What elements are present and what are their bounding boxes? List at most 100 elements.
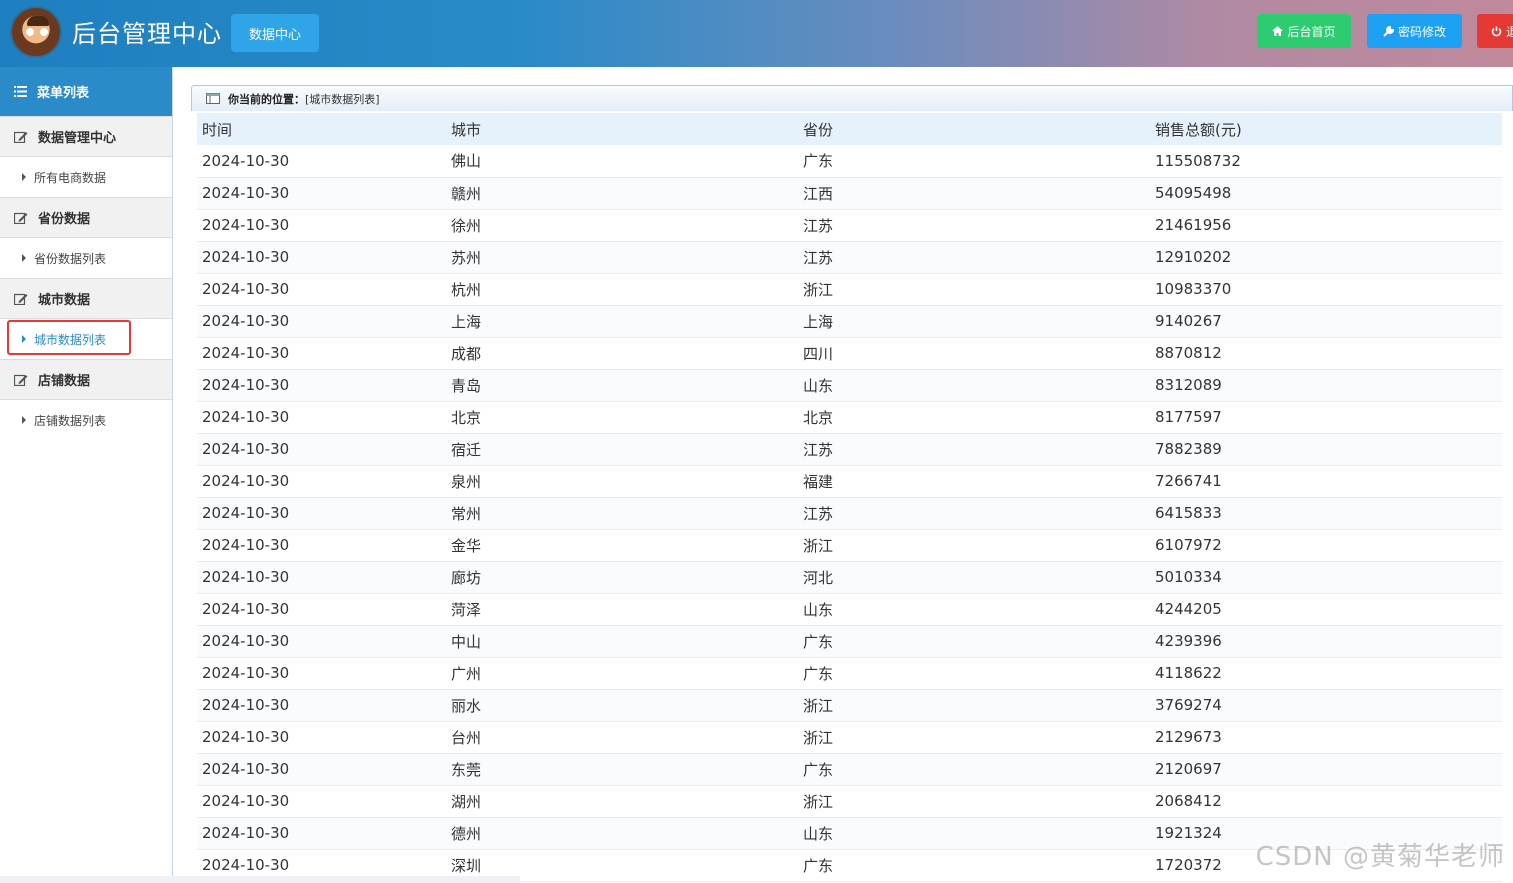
sidebar-item-province-list[interactable]: 省份数据列表 [0, 238, 172, 278]
table-row: 2024-10-30 徐州 江苏 21461956 [197, 209, 1502, 242]
cell-province: 浙江 [798, 785, 1150, 818]
cell-province: 浙江 [798, 689, 1150, 722]
cell-city: 苏州 [446, 241, 798, 274]
cell-sales: 7266741 [1150, 465, 1502, 498]
cell-province: 江西 [798, 177, 1150, 210]
cell-city: 台州 [446, 721, 798, 754]
sidebar-item-label: 所有电商数据 [34, 170, 107, 185]
cell-city: 东莞 [446, 753, 798, 786]
logout-button[interactable]: 退 [1477, 14, 1513, 48]
cell-sales: 8177597 [1150, 401, 1502, 434]
cell-province: 山东 [798, 593, 1150, 626]
cell-time: 2024-10-30 [197, 561, 446, 594]
cell-sales: 21461956 [1150, 209, 1502, 242]
cell-time: 2024-10-30 [197, 625, 446, 658]
cell-time: 2024-10-30 [197, 785, 446, 818]
table-row: 2024-10-30 杭州 浙江 10983370 [197, 273, 1502, 306]
cell-time: 2024-10-30 [197, 529, 446, 562]
cell-sales: 6107972 [1150, 529, 1502, 562]
table-row: 2024-10-30 东莞 广东 2120697 [197, 753, 1502, 786]
sidebar-group-city[interactable]: 城市数据 [0, 278, 172, 319]
cell-province: 浙江 [798, 529, 1150, 562]
cell-city: 上海 [446, 305, 798, 338]
cell-time: 2024-10-30 [197, 145, 446, 178]
edit-icon [14, 131, 28, 143]
cell-time: 2024-10-30 [197, 305, 446, 338]
cell-sales: 6415833 [1150, 497, 1502, 530]
column-header-time: 时间 [197, 113, 446, 145]
cell-province: 山东 [798, 369, 1150, 402]
breadcrumb-label: 你当前的位置： [228, 92, 305, 106]
cell-province: 江苏 [798, 241, 1150, 274]
cell-city: 泉州 [446, 465, 798, 498]
logout-label: 退 [1506, 24, 1513, 39]
cell-sales: 7882389 [1150, 433, 1502, 466]
sidebar-item-shop-list[interactable]: 店铺数据列表 [0, 400, 172, 440]
cell-province: 四川 [798, 337, 1150, 370]
table-row: 2024-10-30 上海 上海 9140267 [197, 305, 1502, 338]
cell-city: 菏泽 [446, 593, 798, 626]
tab-data-center[interactable]: 数据中心 [231, 14, 319, 52]
cell-city: 杭州 [446, 273, 798, 306]
cell-province: 浙江 [798, 721, 1150, 754]
logo-avatar [10, 6, 62, 58]
active-highlight-box [7, 320, 131, 355]
sidebar-group-label: 城市数据 [38, 293, 91, 308]
table-row: 2024-10-30 苏州 江苏 12910202 [197, 241, 1502, 274]
cell-sales: 2129673 [1150, 721, 1502, 754]
sidebar-group-data-management[interactable]: 数据管理中心 [0, 116, 172, 157]
cell-time: 2024-10-30 [197, 657, 446, 690]
cell-sales: 4118622 [1150, 657, 1502, 690]
cell-province: 福建 [798, 465, 1150, 498]
sidebar-group-shop[interactable]: 店铺数据 [0, 359, 172, 400]
table-row: 2024-10-30 泉州 福建 7266741 [197, 465, 1502, 498]
cell-time: 2024-10-30 [197, 241, 446, 274]
table-header-row: 时间 城市 省份 销售总额(元) [197, 113, 1502, 145]
table-row: 2024-10-30 廊坊 河北 5010334 [197, 561, 1502, 594]
cell-province: 广东 [798, 849, 1150, 882]
cell-sales: 54095498 [1150, 177, 1502, 210]
edit-icon [14, 212, 28, 224]
edit-icon [14, 293, 28, 305]
table-row: 2024-10-30 菏泽 山东 4244205 [197, 593, 1502, 626]
cell-city: 宿迁 [446, 433, 798, 466]
edit-icon [14, 374, 28, 386]
cell-province: 广东 [798, 657, 1150, 690]
table-row: 2024-10-30 台州 浙江 2129673 [197, 721, 1502, 754]
sidebar-item-city-list[interactable]: 城市数据列表 [0, 319, 172, 359]
cell-sales: 8312089 [1150, 369, 1502, 402]
table-row: 2024-10-30 佛山 广东 115508732 [197, 145, 1502, 178]
sidebar-item-all-ecommerce[interactable]: 所有电商数据 [0, 157, 172, 197]
home-button[interactable]: 后台首页 [1257, 14, 1351, 48]
sidebar-group-label: 数据管理中心 [38, 131, 117, 146]
cell-city: 佛山 [446, 145, 798, 178]
cell-sales: 4244205 [1150, 593, 1502, 626]
cell-province: 河北 [798, 561, 1150, 594]
table-row: 2024-10-30 宿迁 江苏 7882389 [197, 433, 1502, 466]
table-row: 2024-10-30 广州 广东 4118622 [197, 657, 1502, 690]
table-row: 2024-10-30 赣州 江西 54095498 [197, 177, 1502, 210]
cell-time: 2024-10-30 [197, 337, 446, 370]
cell-sales: 2120697 [1150, 753, 1502, 786]
cell-time: 2024-10-30 [197, 209, 446, 242]
column-header-province: 省份 [798, 113, 1150, 145]
sidebar-group-province[interactable]: 省份数据 [0, 197, 172, 238]
sidebar-item-label: 省份数据列表 [34, 251, 107, 266]
cell-city: 赣州 [446, 177, 798, 210]
cell-time: 2024-10-30 [197, 177, 446, 210]
cell-time: 2024-10-30 [197, 401, 446, 434]
column-header-sales: 销售总额(元) [1150, 113, 1502, 145]
change-password-button[interactable]: 密码修改 [1367, 14, 1462, 48]
cell-city: 成都 [446, 337, 798, 370]
table-row: 2024-10-30 成都 四川 8870812 [197, 337, 1502, 370]
cell-province: 江苏 [798, 433, 1150, 466]
cell-time: 2024-10-30 [197, 593, 446, 626]
cell-time: 2024-10-30 [197, 753, 446, 786]
top-header: 后台管理中心 数据中心 后台首页 密码修改 退 [0, 0, 1513, 67]
cell-time: 2024-10-30 [197, 369, 446, 402]
caret-right-icon [22, 254, 26, 262]
cell-city: 中山 [446, 625, 798, 658]
cell-province: 北京 [798, 401, 1150, 434]
breadcrumb: 你当前的位置：[城市数据列表] [191, 85, 1513, 111]
sidebar-title: 菜单列表 [37, 86, 90, 101]
